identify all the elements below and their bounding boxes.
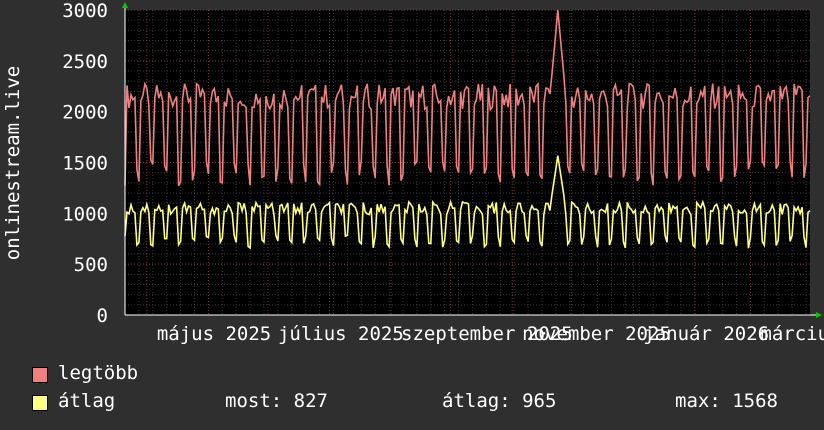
legend-label-atlag: átlag (58, 390, 116, 412)
y-tick-label: 1500 (62, 153, 108, 175)
y-tick-label: 2000 (62, 102, 108, 124)
x-tick-label: január 2026 (643, 323, 769, 345)
chart-svg: 0 500 1000 1500 2000 2500 3000 május 2025 július… (2, 0, 824, 345)
legend-swatch-atlag (32, 395, 48, 411)
stat-max: max: 1568 (675, 390, 778, 412)
legend-label-legtobb: legtöbb (58, 362, 139, 384)
chart: 0 500 1000 1500 2000 2500 3000 május 2025 július… (0, 0, 824, 430)
x-axis-arrow (816, 312, 822, 318)
x-tick-label: március 2026 (760, 323, 824, 345)
y-axis-label: onlinestream.live (2, 66, 24, 260)
stat-atlag: átlag: 965 (442, 390, 557, 412)
y-tick-label: 2500 (62, 51, 108, 73)
y-tick-label: 1000 (62, 203, 108, 225)
x-tick-label: július 2025 (278, 323, 404, 345)
x-tick-label: május 2025 (157, 323, 271, 345)
legend-swatch-legtobb (32, 367, 48, 383)
stat-most: most: 827 (225, 390, 328, 412)
y-axis-arrow (122, 2, 128, 8)
y-tick-label: 3000 (62, 0, 108, 22)
y-tick-label: 500 (74, 254, 108, 276)
y-tick-label: 0 (97, 305, 108, 327)
